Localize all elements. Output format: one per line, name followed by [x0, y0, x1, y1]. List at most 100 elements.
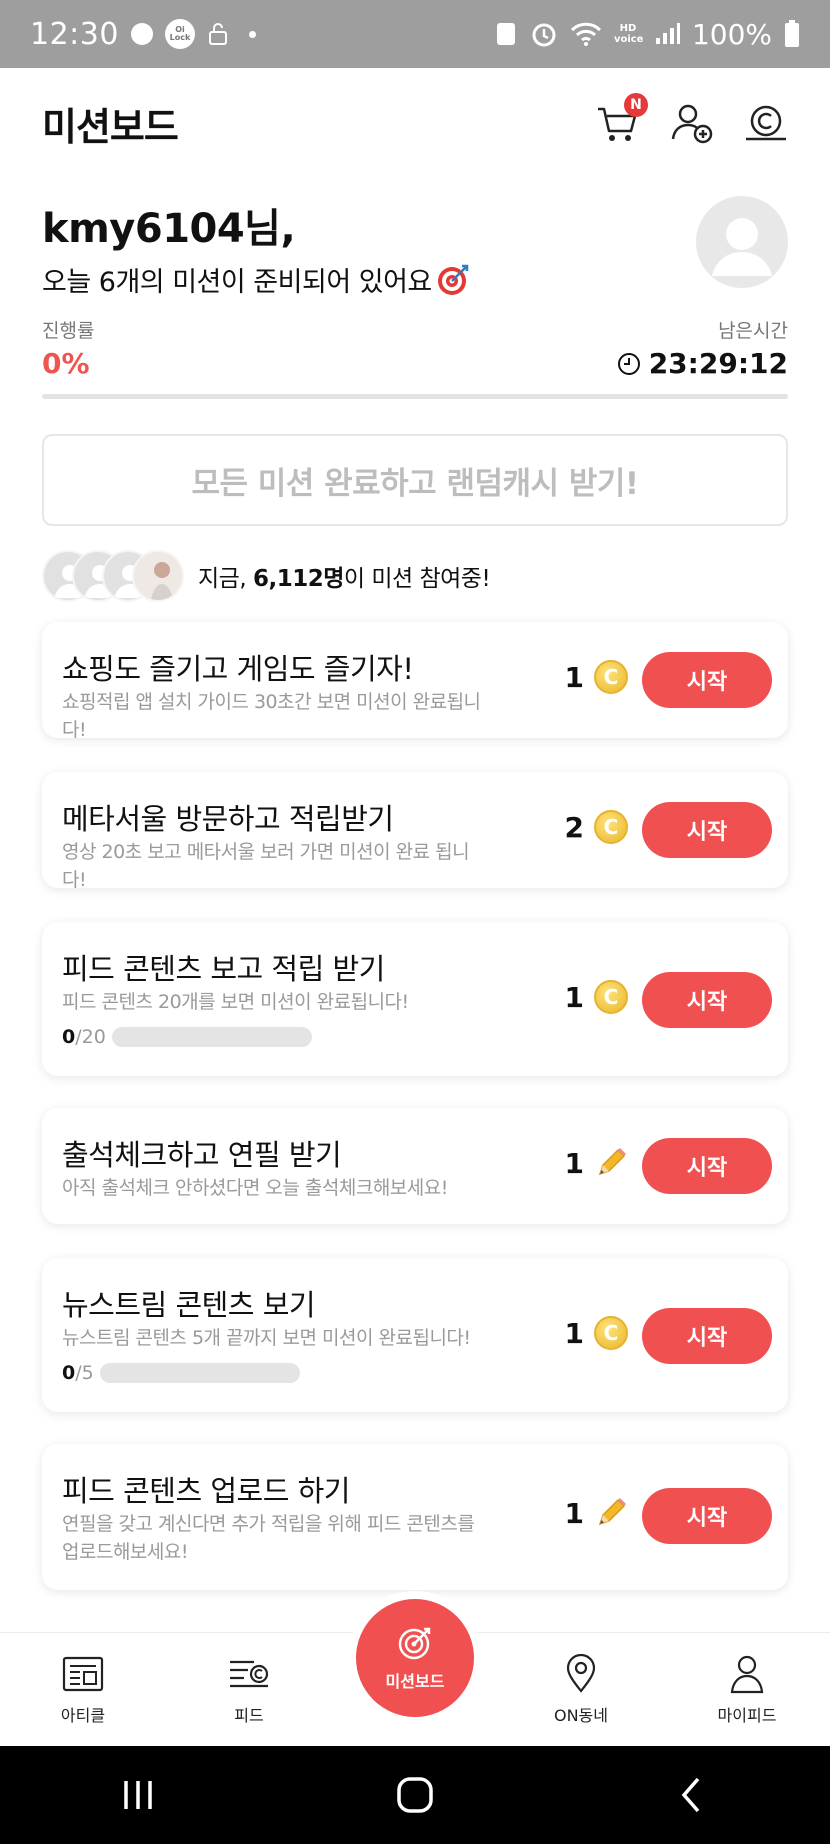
add-user-icon	[671, 104, 713, 144]
status-time: 12:30	[30, 16, 119, 52]
system-nav-bar	[0, 1746, 830, 1844]
mission-title: 쇼핑도 즐기고 게임도 즐기자!	[62, 652, 414, 686]
mission-progress: 0/5	[62, 1362, 300, 1384]
mission-description: 영상 20초 보고 메타서울 보러 가면 미션이 완료 됩니다!	[62, 841, 470, 891]
mission-card[interactable]: 메타서울 방문하고 적립받기 영상 20초 보고 메타서울 보러 가면 미션이 …	[42, 772, 788, 891]
add-friend-button[interactable]	[670, 101, 714, 145]
progress-label: 진행률	[42, 320, 95, 342]
participants-text: 지금, 6,112명이 미션 참여중!	[198, 559, 491, 593]
cash-button[interactable]	[744, 101, 788, 145]
recent-apps-button[interactable]	[108, 1765, 168, 1825]
cart-new-badge: N	[624, 93, 648, 117]
wifi-icon	[570, 22, 601, 46]
nav-on-dongne[interactable]: ON동네	[498, 1633, 664, 1746]
mission-description: 아직 출석체크 안하셨다면 오늘 출석체크해보세요!	[62, 1177, 448, 1199]
nav-my-feed-label: 마이피드	[717, 1705, 777, 1725]
coin-icon: C	[594, 1316, 628, 1350]
progress-row: 진행률 0% 남은시간 23:29:12	[42, 316, 788, 380]
participants-row: 지금, 6,112명이 미션 참여중!	[42, 550, 491, 602]
complete-all-reward-button[interactable]: 모든 미션 완료하고 랜덤캐시 받기!	[42, 434, 788, 526]
progress-total: /5	[75, 1362, 94, 1384]
participant-photo-avatar	[132, 550, 184, 602]
nav-missionboard[interactable]: 미션보드	[332, 1599, 498, 1746]
pencil-icon	[598, 1148, 626, 1176]
mission-reward: 1 C	[565, 1316, 628, 1350]
nav-feed[interactable]: 피드	[166, 1633, 332, 1746]
nav-my-feed[interactable]: 마이피드	[664, 1633, 830, 1746]
mission-start-button[interactable]: 시작	[642, 652, 772, 708]
battery-percent: 100%	[691, 17, 772, 51]
profile-avatar[interactable]	[696, 196, 788, 288]
reward-amount: 1	[564, 980, 584, 1014]
signal-icon	[655, 23, 680, 44]
coin-icon: C	[594, 980, 628, 1014]
greeting-subtitle: 오늘 6개의 미션이 준비되어 있어요	[42, 267, 432, 298]
lock-app-icon: Oi Lock	[164, 19, 195, 49]
hd-voice-icon: HD voice	[613, 23, 644, 45]
mission-start-button[interactable]: 시작	[642, 1488, 772, 1544]
back-button[interactable]	[662, 1765, 722, 1825]
target-icon	[437, 264, 469, 295]
cart-button[interactable]: N	[596, 93, 648, 145]
mission-reward: 1	[565, 1146, 628, 1180]
mission-title: 피드 콘텐츠 업로드 하기	[62, 1474, 350, 1508]
mission-card[interactable]: 피드 콘텐츠 업로드 하기 연필을 갖고 계신다면 추가 적립을 위해 피드 콘…	[42, 1444, 788, 1590]
nav-article[interactable]: 아티클	[0, 1633, 166, 1746]
progress-bar	[42, 394, 788, 399]
mission-title: 뉴스트림 콘텐츠 보기	[62, 1288, 316, 1322]
home-button[interactable]	[385, 1765, 445, 1825]
battery-icon	[785, 20, 799, 47]
mission-progress-bar	[111, 1027, 312, 1047]
participants-suffix: 이 미션 참여중!	[343, 566, 491, 592]
mission-card[interactable]: 피드 콘텐츠 보고 적립 받기 피드 콘텐츠 20개를 보면 미션이 완료됩니다…	[42, 922, 788, 1076]
reward-amount: 1	[564, 1316, 584, 1350]
nav-article-label: 아티클	[60, 1705, 106, 1725]
app-header: 미션보드 N	[0, 68, 830, 178]
bottom-nav: 아티클 피드 미션보드 ON동네 마이피드	[0, 1599, 830, 1746]
progress-done: 0	[62, 1026, 76, 1048]
mission-description: 피드 콘텐츠 20개를 보면 미션이 완료됩니다!	[62, 991, 409, 1013]
mission-progress: 0/20	[62, 1026, 312, 1048]
nav-missionboard-label: 미션보드	[385, 1672, 445, 1691]
remaining-time-value: 23:29:12	[648, 347, 788, 380]
mission-title: 피드 콘텐츠 보고 적립 받기	[62, 952, 385, 986]
mission-start-button[interactable]: 시작	[642, 802, 772, 858]
pencil-icon	[598, 1498, 626, 1526]
reward-amount: 2	[564, 810, 584, 844]
nav-on-dongne-label: ON동네	[553, 1705, 608, 1725]
progress-total: /20	[75, 1026, 106, 1048]
notification-dot-icon	[248, 30, 256, 38]
recent-apps-icon	[124, 1781, 153, 1809]
avatar-placeholder-icon	[712, 218, 772, 276]
remaining-time-label: 남은시간	[718, 320, 788, 342]
cash-coin-icon	[746, 105, 786, 141]
nav-feed-label: 피드	[234, 1705, 264, 1725]
mission-title: 출석체크하고 연필 받기	[62, 1138, 342, 1172]
progress-value: 0%	[42, 347, 90, 380]
location-pin-icon	[566, 1653, 596, 1693]
coin-icon: C	[594, 660, 628, 694]
mission-start-button[interactable]: 시작	[642, 972, 772, 1028]
mission-card[interactable]: 뉴스트림 콘텐츠 보기 뉴스트림 콘텐츠 5개 끝까지 보면 미션이 완료됩니다…	[42, 1258, 788, 1412]
mission-description: 쇼핑적립 앱 설치 가이드 30초간 보면 미션이 완료됩니다!	[62, 691, 481, 741]
mission-card[interactable]: 출석체크하고 연필 받기 아직 출석체크 안하셨다면 오늘 출석체크해보세요! …	[42, 1108, 788, 1224]
person-icon	[730, 1655, 764, 1693]
mission-start-button[interactable]: 시작	[642, 1308, 772, 1364]
mission-reward: 1 C	[565, 660, 628, 694]
article-icon	[62, 1656, 104, 1691]
back-icon	[681, 1777, 699, 1813]
chat-bubble-icon	[130, 23, 153, 45]
mission-card[interactable]: 쇼핑도 즐기고 게임도 즐기자! 쇼핑적립 앱 설치 가이드 30초간 보면 미…	[42, 622, 788, 741]
mission-start-button[interactable]: 시작	[642, 1138, 772, 1194]
progress-done: 0	[62, 1362, 76, 1384]
feed-icon	[230, 1660, 269, 1687]
mission-description: 연필을 갖고 계신다면 추가 적립을 위해 피드 콘텐츠를 업로드해보세요!	[62, 1513, 475, 1563]
greeting-section: kmy6104님, 오늘 6개의 미션이 준비되어 있어요	[42, 196, 470, 299]
clock-icon	[617, 352, 640, 375]
coin-icon: C	[594, 810, 628, 844]
home-icon	[397, 1777, 433, 1813]
mission-reward: 1	[565, 1496, 628, 1530]
nav-missionboard-button[interactable]: 미션보드	[356, 1599, 474, 1717]
target-nav-icon	[398, 1627, 431, 1660]
recycle-icon	[496, 23, 515, 45]
